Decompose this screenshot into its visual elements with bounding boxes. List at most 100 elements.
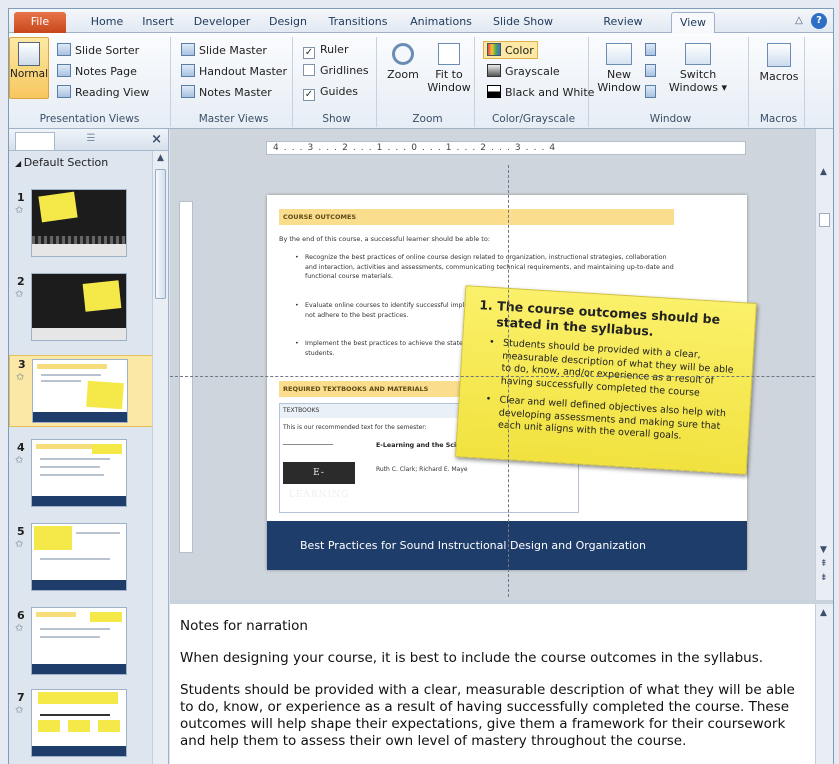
group-label-color-grayscale: Color/Grayscale (491, 113, 576, 125)
sticky-note-callout[interactable]: 1. The course outcomes should be stated i… (455, 285, 757, 475)
cascade-icon[interactable] (645, 64, 660, 78)
horizontal-guide[interactable] (170, 376, 833, 377)
gridlines-checkbox[interactable]: Gridlines (303, 64, 369, 77)
pane-tabs: ☰ × (9, 129, 168, 151)
fit-to-window-button[interactable]: Fit to Window (425, 43, 473, 94)
slide-thumbnail[interactable] (31, 523, 127, 591)
minimize-ribbon-icon[interactable]: △ (791, 13, 807, 29)
scroll-up-icon[interactable]: ▲ (820, 167, 827, 177)
section-header[interactable]: ◢ Default Section (15, 156, 108, 169)
macros-label: Macros (759, 70, 799, 83)
slide-sorter-label: Slide Sorter (75, 44, 140, 57)
next-slide-icon[interactable]: ⇟ (820, 573, 828, 583)
book-cover-image: E-LEARNING (283, 462, 355, 500)
group-label-master-views: Master Views (198, 113, 269, 125)
editor-scrollbar[interactable]: ▲ ▼ ⇞ ⇟ (815, 129, 833, 600)
normal-view-icon (18, 42, 40, 66)
slide-number: 3 (18, 358, 26, 371)
slide-sorter-button[interactable]: Slide Sorter (57, 43, 139, 57)
ruler-check-icon: ✓ (303, 47, 315, 59)
ruler-checkbox[interactable]: ✓ Ruler (303, 43, 348, 59)
group-color-grayscale: Color Grayscale Black and White Color/Gr… (479, 37, 594, 127)
slide-thumbnail-row[interactable]: 7 ✩ (9, 689, 153, 761)
slide-thumbnail[interactable] (31, 273, 127, 341)
animation-star-icon: ✩ (15, 289, 24, 300)
vertical-guide[interactable] (508, 165, 509, 597)
scroll-down-icon[interactable]: ▼ (820, 545, 827, 555)
animation-star-icon: ✩ (15, 455, 24, 466)
slide-thumbnail[interactable] (32, 359, 128, 423)
slide-thumbnail-row[interactable]: 2 ✩ (9, 273, 153, 345)
arrange-all-icon[interactable] (645, 43, 660, 57)
macros-button[interactable]: Macros (756, 43, 802, 83)
horizontal-ruler[interactable]: 4 . . . 3 . . . 2 . . . 1 . . . 0 . . . … (266, 141, 746, 155)
scrollbar-thumb[interactable] (155, 169, 166, 299)
slide-thumbnail-row-selected[interactable]: 3 ✩ (9, 355, 153, 427)
notes-page-button[interactable]: Notes Page (57, 64, 137, 78)
notes-scrollbar[interactable]: ▲ (815, 604, 833, 764)
notes-text[interactable]: Notes for narration When designing your … (180, 618, 805, 764)
outline-icon: ☰ (86, 133, 96, 144)
vertical-ruler[interactable] (179, 201, 193, 553)
thumbnail-scrollbar[interactable]: ▲ (152, 151, 168, 764)
zoom-button[interactable]: Zoom (383, 43, 423, 81)
slide-thumbnail[interactable] (31, 189, 127, 257)
slide-thumbnail-row[interactable]: 6 ✩ (9, 607, 153, 679)
group-zoom: Zoom Fit to Window Zoom (381, 37, 475, 127)
color-button[interactable]: Color (483, 41, 538, 59)
reading-view-button[interactable]: Reading View (57, 85, 149, 99)
switch-windows-label-2: Windows (668, 81, 719, 94)
notes-pane[interactable]: Notes for narration When designing your … (170, 600, 833, 764)
scrollbar-thumb[interactable] (819, 213, 830, 227)
grayscale-button[interactable]: Grayscale (487, 64, 560, 78)
slide-thumbnail-row[interactable]: 4 ✩ (9, 439, 153, 511)
ribbon-view: Normal Slide Sorter Notes Page Reading V… (9, 33, 833, 129)
group-label-macros: Macros (759, 113, 798, 125)
notes-master-icon (181, 85, 195, 98)
tab-file[interactable]: File (14, 12, 66, 33)
normal-label: Normal (10, 68, 48, 80)
slide-thumbnail-row[interactable]: 5 ✩ (9, 523, 153, 595)
switch-windows-button[interactable]: Switch Windows ▾ (667, 43, 729, 94)
black-and-white-button[interactable]: Black and White (487, 85, 594, 99)
new-window-icon (606, 43, 632, 65)
tab-transitions[interactable]: Transitions (322, 12, 394, 33)
slide-thumbnail-row[interactable]: 1 ✩ (9, 189, 153, 261)
tab-slide-show[interactable]: Slide Show (488, 12, 558, 33)
tab-review[interactable]: Review (599, 12, 647, 33)
handout-master-button[interactable]: Handout Master (181, 64, 287, 78)
close-pane-icon[interactable]: × (151, 132, 162, 147)
tab-insert[interactable]: Insert (137, 12, 179, 33)
help-icon[interactable]: ? (811, 13, 827, 29)
slide-editor: 4 . . . 3 . . . 2 . . . 1 . . . 0 . . . … (170, 129, 833, 600)
scroll-up-icon[interactable]: ▲ (820, 608, 827, 618)
normal-view-button[interactable]: Normal (9, 37, 49, 99)
textbooks-line: This is our recommended text for the sem… (283, 424, 427, 431)
macros-icon (767, 43, 791, 67)
fit-label-1: Fit to (435, 68, 463, 81)
color-label: Color (505, 44, 534, 57)
guides-checkbox[interactable]: ✓ Guides (303, 85, 358, 101)
group-macros: Macros Macros (753, 37, 805, 127)
move-split-icon[interactable] (645, 85, 660, 99)
group-window: New Window Switch Windows ▾ Window (593, 37, 749, 127)
new-window-button[interactable]: New Window (597, 43, 641, 94)
notes-paragraph: When designing your course, it is best t… (180, 650, 764, 666)
slide-thumbnail[interactable] (31, 689, 127, 757)
slide-master-button[interactable]: Slide Master (181, 43, 267, 57)
tab-view[interactable]: View (671, 12, 715, 34)
tab-developer[interactable]: Developer (191, 12, 253, 33)
gridlines-label: Gridlines (320, 64, 369, 77)
switch-windows-icon (685, 43, 711, 65)
tab-design[interactable]: Design (265, 12, 311, 33)
tab-animations[interactable]: Animations (406, 12, 476, 33)
tab-outline[interactable]: ☰ (71, 133, 111, 149)
slide-thumbnail[interactable] (31, 439, 127, 507)
scroll-up-icon[interactable]: ▲ (157, 153, 164, 163)
previous-slide-icon[interactable]: ⇞ (820, 559, 828, 569)
tab-slides[interactable] (15, 132, 55, 150)
gridlines-check-icon (303, 64, 315, 76)
slide-thumbnail[interactable] (31, 607, 127, 675)
tab-home[interactable]: Home (87, 12, 127, 33)
notes-master-button[interactable]: Notes Master (181, 85, 272, 99)
